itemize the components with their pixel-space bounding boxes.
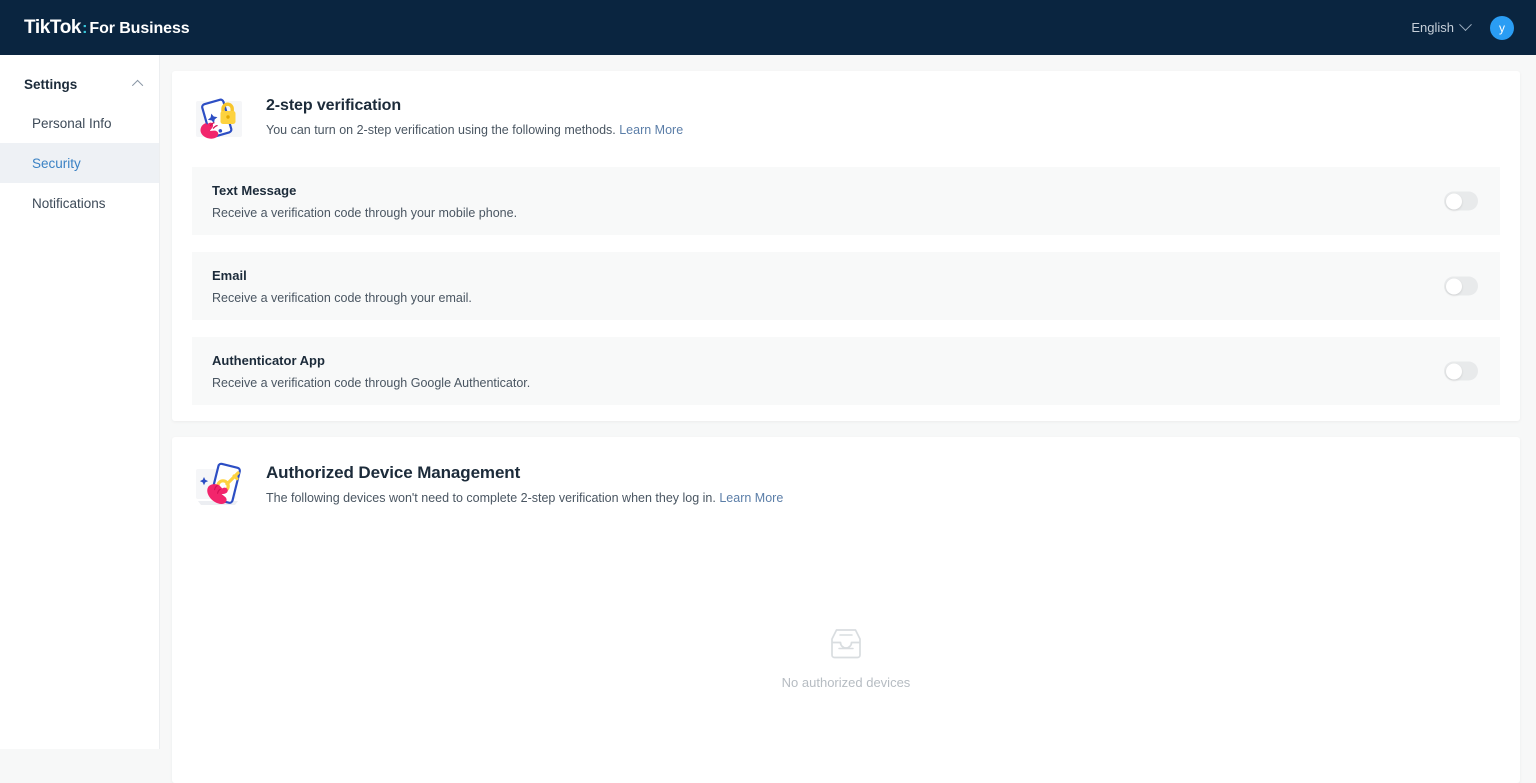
verification-methods-list: Text Message Receive a verification code… [172,167,1520,421]
empty-state-text: No authorized devices [782,675,911,690]
authorized-device-management-card: Authorized Device Management The followi… [172,437,1520,783]
language-selector[interactable]: English [1411,20,1470,35]
method-text-group: Email Receive a verification code throug… [212,268,472,305]
method-row-authenticator-app: Authenticator App Receive a verification… [192,337,1500,405]
sidebar-item-security[interactable]: Security [0,143,159,183]
toggle-knob [1446,193,1462,209]
two-step-verification-illustration-icon [192,93,248,149]
main-content: 2-step verification You can turn on 2-st… [160,55,1536,749]
device-management-subtitle-text: The following devices won't need to comp… [266,491,719,505]
header-right-group: English y [1411,16,1514,40]
sidebar-item-notifications[interactable]: Notifications [0,183,159,223]
toggle-email[interactable] [1444,277,1478,296]
method-row-text-message: Text Message Receive a verification code… [192,167,1500,235]
method-title: Authenticator App [212,353,530,368]
avatar[interactable]: y [1490,16,1514,40]
two-step-header: 2-step verification You can turn on 2-st… [172,71,1520,167]
method-title: Email [212,268,472,283]
method-row-email: Email Receive a verification code throug… [192,252,1500,320]
inbox-icon [827,627,865,661]
method-description: Receive a verification code through your… [212,206,517,220]
authorized-device-illustration-icon [192,459,248,515]
sidebar-item-label: Security [32,156,81,171]
method-title: Text Message [212,183,517,198]
two-step-verification-card: 2-step verification You can turn on 2-st… [172,71,1520,421]
sidebar-item-label: Notifications [32,196,106,211]
chevron-down-icon [1459,18,1472,31]
method-description: Receive a verification code through your… [212,291,472,305]
two-step-subtitle-text: You can turn on 2-step verification usin… [266,123,619,137]
device-management-title: Authorized Device Management [266,463,783,483]
brand-forbusiness-text: For Business [89,20,189,38]
toggle-knob [1446,363,1462,379]
page-title: 2-step verification [266,97,683,115]
sidebar-group-settings[interactable]: Settings [0,65,159,103]
toggle-authenticator-app[interactable] [1444,362,1478,381]
sidebar-item-label: Personal Info [32,116,112,131]
device-management-header: Authorized Device Management The followi… [172,437,1520,533]
device-management-subtitle: The following devices won't need to comp… [266,491,783,505]
sidebar-item-personal-info[interactable]: Personal Info [0,103,159,143]
method-description: Receive a verification code through Goog… [212,376,530,390]
avatar-initial: y [1499,21,1505,35]
method-text-group: Authenticator App Receive a verification… [212,353,530,390]
brand-separator: : [82,20,87,38]
empty-state: No authorized devices [172,533,1520,783]
brand-tiktok-text: TikTok [24,17,81,39]
learn-more-link[interactable]: Learn More [619,123,683,137]
brand-logo[interactable]: TikTok : For Business [24,17,190,39]
toggle-text-message[interactable] [1444,192,1478,211]
learn-more-link[interactable]: Learn More [719,491,783,505]
method-text-group: Text Message Receive a verification code… [212,183,517,220]
toggle-knob [1446,278,1462,294]
sidebar-group-label: Settings [24,77,77,92]
chevron-up-icon [132,80,143,91]
two-step-subtitle: You can turn on 2-step verification usin… [266,123,683,137]
two-step-header-text: 2-step verification You can turn on 2-st… [266,93,683,137]
language-label: English [1411,20,1454,35]
top-header-bar: TikTok : For Business English y [0,0,1536,55]
sidebar: Settings Personal Info Security Notifica… [0,55,160,749]
device-management-header-text: Authorized Device Management The followi… [266,459,783,505]
